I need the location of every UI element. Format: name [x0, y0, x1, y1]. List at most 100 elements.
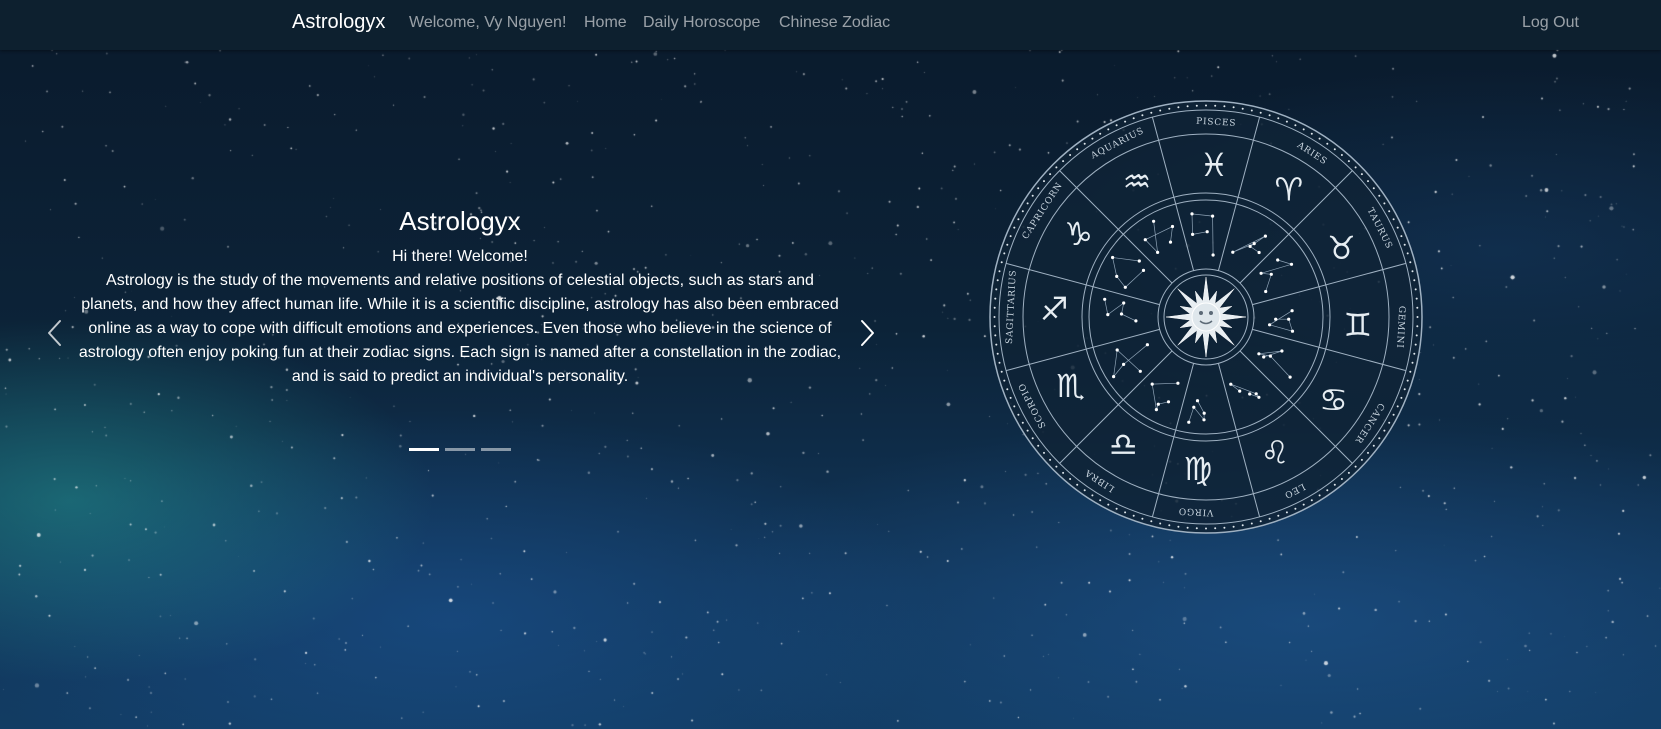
sign-symbol-virgo: ♍	[1184, 450, 1213, 488]
wheel-dot	[1013, 226, 1016, 229]
wheel-dot	[1259, 520, 1262, 523]
wheel-dot	[1411, 270, 1414, 273]
wheel-dot	[1043, 180, 1045, 183]
wheel-dot	[1083, 489, 1086, 492]
carousel-indicators	[409, 448, 519, 458]
wheel-dot	[1318, 137, 1321, 140]
constellation-star	[1238, 389, 1242, 393]
wheel-dot	[995, 288, 998, 291]
wheel-dot	[1115, 124, 1118, 127]
constellation-star	[1202, 411, 1206, 415]
wheel-dot	[1049, 458, 1052, 461]
nav-daily-horoscope-link[interactable]: Daily Horoscope	[643, 14, 760, 32]
slide-description: Astrology is the study of the movements …	[78, 272, 842, 385]
carousel-next-button[interactable]	[852, 318, 882, 348]
wheel-dot	[1396, 405, 1399, 408]
wheel-dot	[1400, 396, 1403, 399]
wheel-dot	[995, 343, 998, 346]
constellation-star	[1269, 272, 1273, 276]
wheel-dot	[993, 316, 996, 318]
nav-chinese-zodiac-link[interactable]: Chinese Zodiac	[779, 14, 890, 32]
wheel-dot	[1076, 483, 1079, 486]
wheel-dot	[1000, 370, 1003, 373]
wheel-dot	[1413, 352, 1416, 355]
wheel-dot	[1017, 413, 1020, 416]
constellation-star	[1248, 244, 1252, 248]
constellation-star	[1195, 399, 1200, 403]
nav-logout-link[interactable]: Log Out	[1522, 14, 1579, 32]
wheel-dot	[1411, 361, 1414, 364]
slide-title: Astrologyx	[399, 206, 521, 236]
chevron-right-icon	[861, 320, 874, 346]
constellation-star	[1170, 224, 1175, 229]
constellation-star	[1119, 312, 1124, 316]
constellation-star	[1143, 238, 1147, 242]
wheel-dot	[1049, 173, 1052, 176]
wheel-dot	[1168, 524, 1171, 527]
constellation-star	[1252, 242, 1256, 246]
constellation-star	[1152, 219, 1156, 223]
wheel-dot	[1115, 507, 1118, 510]
wheel-dot	[1277, 514, 1280, 517]
carousel-indicator-2[interactable]	[445, 448, 475, 451]
wheel-dot	[1414, 343, 1417, 346]
constellation-star	[1289, 262, 1294, 266]
wheel-dot	[1406, 379, 1409, 382]
wheel-dot	[996, 279, 999, 282]
wheel-dot	[1354, 465, 1357, 468]
wheel-dot	[1333, 148, 1336, 151]
brand-logo-link[interactable]: Astrologyx	[292, 11, 385, 34]
constellation-star	[1254, 392, 1258, 396]
wheel-dot	[1241, 107, 1244, 110]
wheel-dot	[1241, 524, 1244, 527]
wheel-dot	[1205, 104, 1207, 107]
wheel-dot	[1302, 503, 1305, 506]
carousel-prev-button[interactable]	[40, 318, 70, 348]
sun-icon	[1165, 276, 1247, 358]
wheel-dot	[1403, 243, 1406, 246]
wheel-dot	[1416, 306, 1419, 309]
wheel-dot	[1403, 388, 1406, 391]
wheel-dot	[1360, 173, 1363, 176]
nav-welcome-user[interactable]: Welcome, Vy Nguyen!	[409, 14, 566, 32]
wheel-dot	[1000, 261, 1003, 264]
constellation-star	[1138, 369, 1142, 373]
wheel-dot	[1318, 494, 1321, 497]
wheel-dot	[1076, 148, 1079, 151]
wheel-dot	[1383, 429, 1386, 432]
wheel-dot	[1031, 437, 1034, 440]
carousel-indicator-1[interactable]	[409, 448, 439, 451]
wheel-dot	[1091, 137, 1094, 140]
wheel-dot	[1003, 252, 1006, 255]
wheel-dot	[1177, 106, 1180, 109]
wheel-dot	[1150, 520, 1153, 523]
constellation-star	[1187, 420, 1191, 424]
carousel-indicator-3[interactable]	[481, 448, 511, 451]
wheel-dot	[1069, 154, 1072, 156]
wheel-dot	[1026, 202, 1029, 205]
sign-label-pisces: PISCES	[1196, 117, 1237, 129]
constellation-star	[1280, 349, 1284, 353]
constellation-star	[1111, 255, 1115, 260]
wheel-dot	[1340, 478, 1343, 480]
wheel-dot	[1159, 109, 1162, 112]
constellation-star	[1276, 258, 1280, 262]
sign-symbol-taurus: ♉	[1327, 229, 1356, 267]
wheel-dot	[1388, 421, 1391, 424]
constellation-star	[1257, 395, 1261, 399]
wheel-dot	[1026, 429, 1029, 432]
wheel-dot	[1017, 218, 1020, 221]
nav-home-link[interactable]: Home	[584, 14, 627, 32]
constellation-star	[1248, 392, 1252, 396]
wheel-dot	[1003, 379, 1006, 382]
sign-symbol-pisces: ♓	[1200, 146, 1229, 184]
wheel-dot	[1009, 396, 1012, 399]
wheel-dot	[1347, 471, 1350, 474]
constellation-star	[1192, 405, 1196, 409]
wheel-dot	[1294, 124, 1297, 127]
constellation-star	[1106, 313, 1110, 317]
wheel-dot	[1294, 507, 1297, 510]
constellation-star	[1115, 348, 1119, 352]
wheel-dot	[1177, 525, 1180, 528]
wheel-dot	[1159, 522, 1162, 525]
